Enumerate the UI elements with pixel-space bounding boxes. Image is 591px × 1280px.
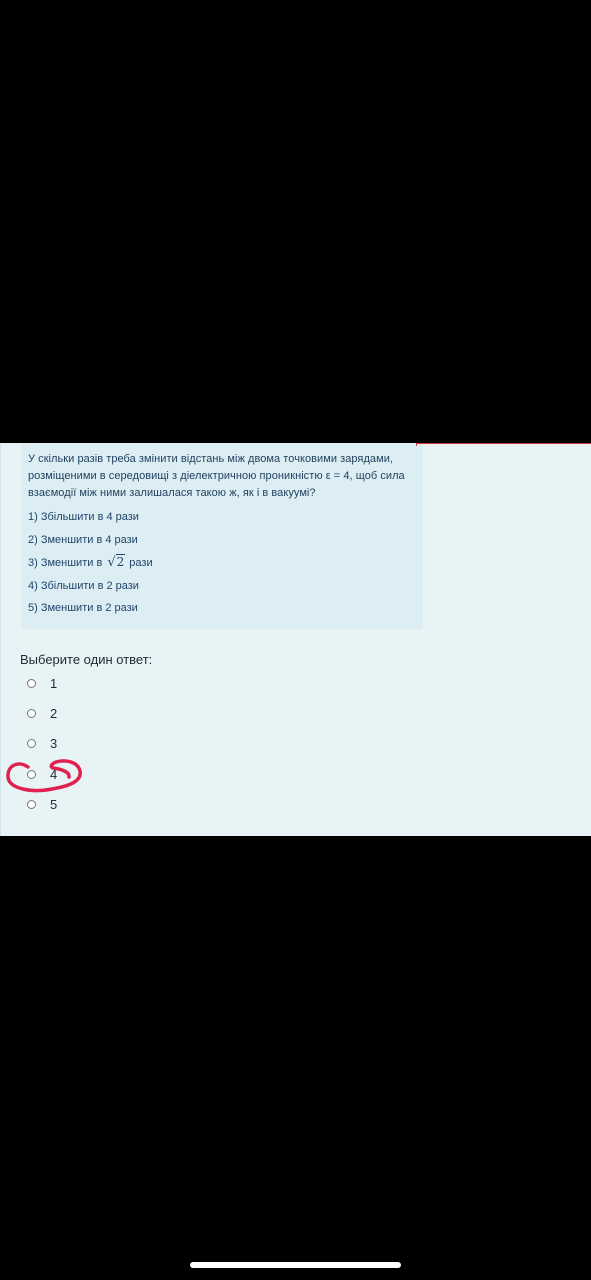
question-text-box: У скільки разів треба змінити відстань м…	[21, 443, 423, 629]
answer-choice-label[interactable]: 3	[50, 736, 57, 751]
radio-button-icon[interactable]	[27, 678, 36, 688]
red-border-line	[416, 443, 591, 446]
question-option-3-text: 3) Зменшити в	[28, 557, 103, 569]
question-option-2: 2) Зменшити в 4 рази	[28, 533, 138, 546]
square-root-icon: √	[107, 555, 116, 570]
answer-choice-5[interactable]: 5	[27, 794, 57, 814]
answer-choice-label[interactable]: 2	[50, 706, 57, 721]
radio-button-icon[interactable]	[27, 708, 36, 718]
phone-screen: У скільки разів треба змінити відстань м…	[0, 0, 591, 1280]
question-option-5: 5) Зменшити в 2 рази	[28, 602, 138, 614]
quiz-question-panel: У скільки разів треба змінити відстань м…	[0, 443, 591, 836]
radio-button-icon[interactable]	[27, 799, 36, 809]
question-option-3: 3) Зменшити в √2 рази	[28, 551, 417, 575]
question-option-4: 4) Збільшити в 2 рази	[28, 579, 139, 592]
answer-choice-3[interactable]: 3	[27, 733, 57, 753]
question-option-1: 1) Збільшити в 4 рази	[28, 511, 139, 523]
answer-choice-2[interactable]: 2	[27, 703, 57, 723]
answer-choice-1[interactable]: 1	[27, 673, 57, 693]
radio-button-icon[interactable]	[27, 738, 36, 748]
home-indicator-bar[interactable]	[190, 1262, 401, 1268]
handwritten-circle-annotation	[6, 759, 82, 793]
question-option-3-suffix: рази	[129, 557, 153, 569]
answer-choice-label[interactable]: 5	[50, 797, 57, 812]
answer-prompt: Выберите один ответ:	[20, 652, 153, 667]
question-text: У скільки разів треба змінити відстань м…	[28, 453, 405, 499]
square-root-radicand: 2	[115, 554, 126, 569]
answer-choice-label[interactable]: 1	[50, 676, 57, 691]
